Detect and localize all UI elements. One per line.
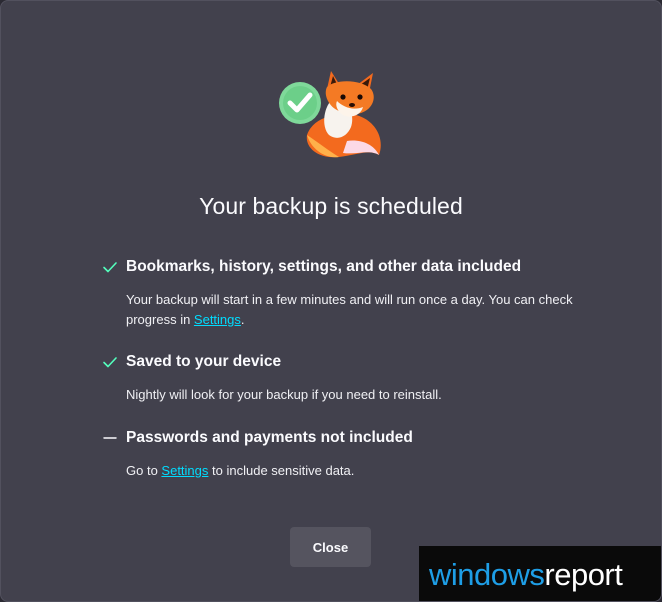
list-item-saved-to-device: Saved to your device Nightly will look f… [101,353,571,413]
item-description: Go to Settings to include sensitive data… [126,461,576,481]
item-body-suffix: to include sensitive data. [208,463,355,478]
dialog-title: Your backup is scheduled [199,193,463,219]
item-description: Your backup will start in a few minutes … [126,290,576,330]
dash-icon [103,437,117,439]
checkmark-icon [103,262,117,273]
item-body-text: Nightly will look for your backup if you… [126,387,442,402]
checkmark-icon [103,357,117,368]
windowsreport-watermark: windows report [419,546,661,601]
item-heading: Bookmarks, history, settings, and other … [126,258,522,275]
item-description: Nightly will look for your backup if you… [126,385,576,405]
settings-link[interactable]: Settings [194,312,241,327]
list-item-data-included: Bookmarks, history, settings, and other … [101,258,573,338]
fox-backup-illustration [279,71,381,158]
backup-scheduled-dialog: Your backup is scheduled Bookmarks, hist… [0,0,662,602]
item-body-suffix: . [240,312,245,327]
settings-link[interactable]: Settings [161,463,208,478]
item-body-text: Go to [126,463,162,478]
list-item-passwords-not-included: Passwords and payments not included Go t… [101,429,571,489]
close-button[interactable]: Close [290,527,371,567]
watermark-part2: report [544,556,623,592]
item-heading: Saved to your device [126,353,282,370]
watermark-part1: windows [429,556,545,592]
item-heading: Passwords and payments not included [126,429,413,446]
